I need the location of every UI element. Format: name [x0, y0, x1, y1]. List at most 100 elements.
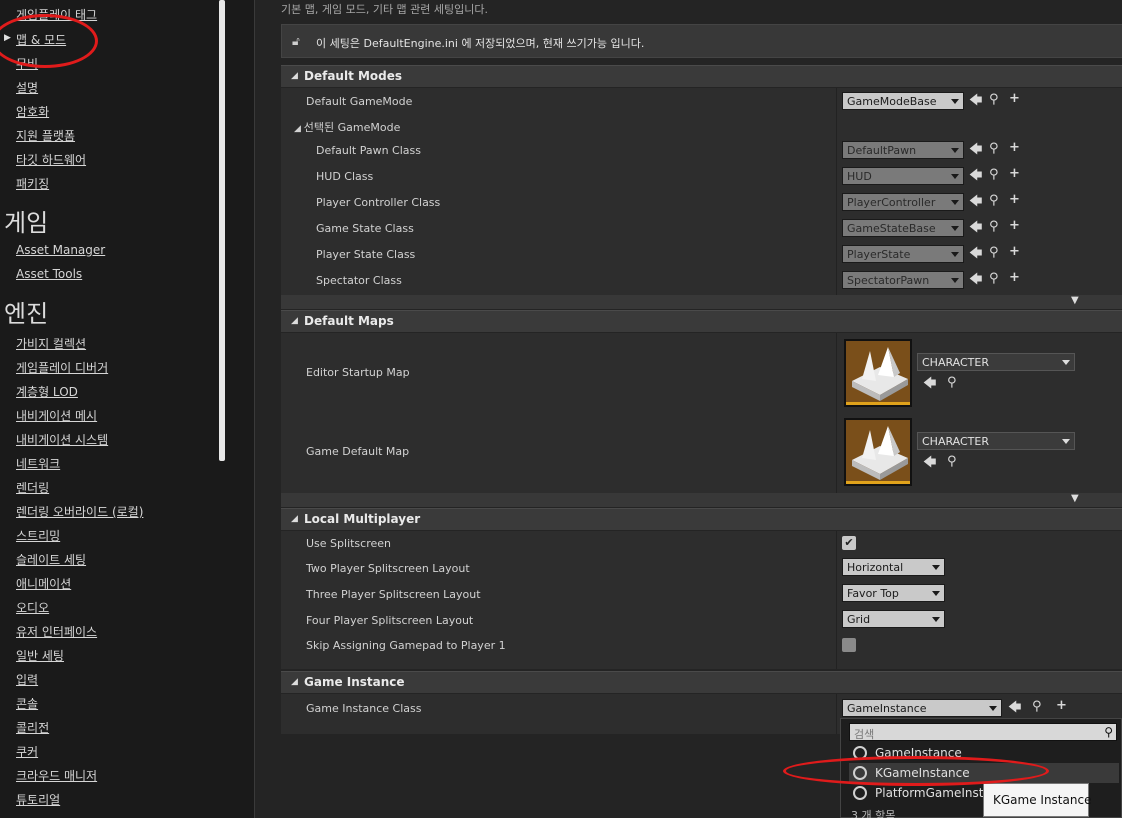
- section-title: Local Multiplayer: [304, 512, 421, 526]
- use-selected-arrow-icon[interactable]: 🡄: [969, 169, 982, 182]
- game-state-combo[interactable]: GameStateBase: [842, 219, 964, 237]
- add-plus-icon[interactable]: +: [1009, 219, 1020, 232]
- map-thumbnail[interactable]: [844, 418, 912, 486]
- use-selected-arrow-icon[interactable]: 🡄: [969, 195, 982, 208]
- sidebar-item-hlod[interactable]: 계층형 LOD: [16, 383, 78, 400]
- use-selected-arrow-icon[interactable]: 🡄: [923, 456, 936, 469]
- game-state-label: Game State Class: [316, 222, 414, 235]
- combo-value: PlayerState: [847, 248, 911, 261]
- use-selected-arrow-icon[interactable]: 🡄: [969, 247, 982, 260]
- sidebar-item-cooker[interactable]: 쿠커: [16, 743, 38, 760]
- sidebar-item-user-interface[interactable]: 유저 인터페이스: [16, 623, 97, 640]
- game-default-map-label: Game Default Map: [306, 445, 410, 458]
- browse-search-icon[interactable]: ⚲: [989, 220, 999, 233]
- class-option-kgameinstance[interactable]: KGameInstance: [849, 763, 1119, 783]
- sidebar-item-supported-platforms[interactable]: 지원 플랫폼: [16, 127, 75, 144]
- sidebar-item-rendering-override[interactable]: 렌더링 오버라이드 (로컬): [16, 503, 143, 520]
- sidebar-item-maps-modes[interactable]: 맵 & 모드: [16, 31, 66, 48]
- sidebar-item-encryption[interactable]: 암호화: [16, 103, 49, 120]
- browse-search-icon[interactable]: ⚲: [989, 168, 999, 181]
- section-header-game-instance[interactable]: ◢ Game Instance: [281, 671, 1122, 693]
- spectator-combo[interactable]: SpectatorPawn: [842, 271, 964, 289]
- sidebar-item-asset-manager[interactable]: Asset Manager: [16, 243, 105, 257]
- skip-gamepad-checkbox[interactable]: [842, 638, 856, 652]
- map-thumbnail[interactable]: [844, 339, 912, 407]
- use-splitscreen-checkbox[interactable]: ✔: [842, 536, 856, 550]
- use-selected-arrow-icon[interactable]: 🡄: [969, 273, 982, 286]
- class-search-input[interactable]: 검색 ⚲: [849, 723, 1117, 741]
- player-controller-combo[interactable]: PlayerController: [842, 193, 964, 211]
- use-selected-arrow-icon[interactable]: 🡄: [923, 377, 936, 390]
- sidebar-item-gameplay-debugger[interactable]: 게임플레이 디버거: [16, 359, 108, 376]
- sidebar-item-packaging[interactable]: 패키징: [16, 175, 49, 192]
- browse-search-icon[interactable]: ⚲: [989, 272, 999, 285]
- add-plus-icon[interactable]: +: [1056, 699, 1067, 712]
- sidebar-item-input[interactable]: 입력: [16, 671, 38, 688]
- sidebar-item-streaming[interactable]: 스트리밍: [16, 527, 60, 544]
- add-plus-icon[interactable]: +: [1009, 141, 1020, 154]
- sidebar-scrollbar[interactable]: [219, 0, 225, 461]
- sidebar-item-gameplay-tags[interactable]: 게임플레이 태그: [16, 6, 97, 23]
- player-state-combo[interactable]: PlayerState: [842, 245, 964, 263]
- sidebar-item-audio[interactable]: 오디오: [16, 599, 49, 616]
- radio-icon: [853, 786, 867, 800]
- add-plus-icon[interactable]: +: [1009, 193, 1020, 206]
- combo-value: Horizontal: [847, 561, 904, 574]
- use-selected-arrow-icon[interactable]: 🡄: [969, 94, 982, 107]
- sidebar-item-slate-settings[interactable]: 슬레이트 세팅: [16, 551, 86, 568]
- sidebar-item-console[interactable]: 콘솔: [16, 695, 38, 712]
- sidebar-item-crowd-manager[interactable]: 크라우드 매니저: [16, 767, 97, 784]
- use-selected-arrow-icon[interactable]: 🡄: [969, 221, 982, 234]
- three-player-layout-combo[interactable]: Favor Top: [842, 584, 945, 602]
- sidebar-item-tutorial[interactable]: 튜토리얼: [16, 791, 60, 808]
- two-player-layout-combo[interactable]: Horizontal: [842, 558, 945, 576]
- hud-class-combo[interactable]: HUD: [842, 167, 964, 185]
- section-title: Game Instance: [304, 675, 405, 689]
- sidebar-item-rendering[interactable]: 렌더링: [16, 479, 49, 496]
- browse-search-icon[interactable]: ⚲: [947, 376, 957, 389]
- option-label: KGameInstance: [875, 766, 970, 780]
- four-player-layout-combo[interactable]: Grid: [842, 610, 945, 628]
- sidebar-item-description[interactable]: 설명: [16, 79, 38, 96]
- sidebar-item-navsystem[interactable]: 내비게이션 시스템: [16, 431, 108, 448]
- game-default-map-combo[interactable]: CHARACTER: [917, 432, 1075, 450]
- advanced-expander[interactable]: ▼: [281, 295, 1122, 309]
- sidebar-item-general-settings[interactable]: 일반 세팅: [16, 647, 64, 664]
- add-plus-icon[interactable]: +: [1009, 167, 1020, 180]
- section-header-local-multiplayer[interactable]: ◢ Local Multiplayer: [281, 508, 1122, 530]
- browse-search-icon[interactable]: ⚲: [989, 142, 999, 155]
- browse-search-icon[interactable]: ⚲: [947, 455, 957, 468]
- browse-search-icon[interactable]: ⚲: [989, 194, 999, 207]
- sidebar-item-asset-tools[interactable]: Asset Tools: [16, 267, 82, 281]
- unlock-icon[interactable]: 🔓︎: [292, 34, 300, 49]
- sidebar-item-movies[interactable]: 무비: [16, 55, 38, 72]
- default-pawn-combo[interactable]: DefaultPawn: [842, 141, 964, 159]
- browse-search-icon[interactable]: ⚲: [989, 93, 999, 106]
- selected-gamemode-group[interactable]: ◢ 선택된 GameMode: [294, 119, 400, 135]
- sidebar-item-collision[interactable]: 콜리전: [16, 719, 49, 736]
- class-option-gameinstance[interactable]: GameInstance: [849, 743, 1119, 763]
- sidebar-item-target-hardware[interactable]: 타깃 하드웨어: [16, 151, 86, 168]
- add-plus-icon[interactable]: +: [1009, 271, 1020, 284]
- add-plus-icon[interactable]: +: [1009, 245, 1020, 258]
- checkmark-icon: ✔: [844, 536, 854, 549]
- editor-startup-map-combo[interactable]: CHARACTER: [917, 353, 1075, 371]
- default-gamemode-combo[interactable]: GameModeBase: [842, 92, 964, 110]
- game-instance-class-combo[interactable]: GameInstance: [842, 699, 1002, 717]
- column-divider: [836, 694, 837, 734]
- sidebar-item-animation[interactable]: 애니메이션: [16, 575, 71, 592]
- game-instance-class-label: Game Instance Class: [306, 702, 422, 715]
- sidebar-item-garbage-collection[interactable]: 가비지 컬렉션: [16, 335, 86, 352]
- section-header-default-modes[interactable]: ◢ Default Modes: [281, 65, 1122, 87]
- use-selected-arrow-icon[interactable]: 🡄: [969, 143, 982, 156]
- config-notice-bar: 🔓︎ 이 세팅은 DefaultEngine.ini 에 저장되었으며, 현재 …: [281, 24, 1122, 58]
- chevron-down-icon: [932, 617, 940, 622]
- use-selected-arrow-icon[interactable]: 🡄: [1008, 701, 1021, 714]
- sidebar-item-navmesh[interactable]: 내비게이션 메시: [16, 407, 97, 424]
- add-plus-icon[interactable]: +: [1009, 92, 1020, 105]
- browse-search-icon[interactable]: ⚲: [1032, 700, 1042, 713]
- browse-search-icon[interactable]: ⚲: [989, 246, 999, 259]
- section-header-default-maps[interactable]: ◢ Default Maps: [281, 310, 1122, 332]
- advanced-expander[interactable]: ▼: [281, 493, 1122, 507]
- sidebar-item-network[interactable]: 네트워크: [16, 455, 60, 472]
